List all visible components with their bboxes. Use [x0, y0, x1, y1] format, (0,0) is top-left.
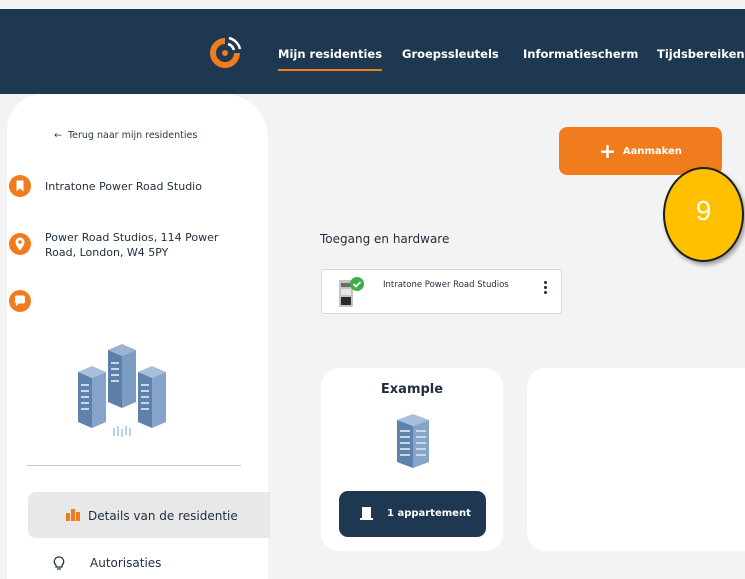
residence-name-row: Intratone Power Road Studio — [9, 175, 202, 197]
residence-comment-row — [9, 290, 31, 312]
building-card[interactable]: Example 1 appartement — [321, 368, 503, 551]
menu-item-residence-details[interactable]: Details van de residentie — [28, 492, 270, 538]
step-number-badge: 9 — [663, 167, 744, 262]
apartments-button[interactable]: 1 appartement — [339, 491, 486, 537]
menu-label-residence-details: Details van de residentie — [88, 509, 238, 523]
location-pin-icon — [9, 233, 31, 255]
device-card[interactable]: Intratone Power Road Studios — [321, 269, 562, 314]
more-options-icon[interactable] — [544, 281, 548, 296]
section-title-access-hardware: Toegang en hardware — [320, 232, 450, 246]
buildings-illustration — [78, 344, 166, 437]
bookmark-icon — [9, 175, 31, 197]
menu-label-authorizations: Autorisaties — [90, 556, 162, 570]
sidebar-divider — [27, 465, 241, 466]
intratone-logo[interactable] — [207, 35, 243, 71]
nav-groepssleutels[interactable]: Groepssleutels — [402, 47, 499, 61]
apartments-count: 1 appartement — [387, 508, 471, 519]
door-icon — [360, 507, 373, 520]
nav-informatiescherm[interactable]: Informatiescherm — [523, 47, 638, 61]
nav-mijn-residenties[interactable]: Mijn residenties — [278, 47, 383, 71]
plus-icon: + — [599, 139, 616, 163]
residence-address-row: Power Road Studios, 114 Power Road, Lond… — [9, 230, 245, 260]
lightbulb-icon — [53, 556, 65, 570]
residence-name: Intratone Power Road Studio — [45, 180, 202, 193]
create-button-label: Aanmaken — [622, 145, 682, 157]
arrow-left-icon: ← — [54, 130, 62, 141]
device-name: Intratone Power Road Studios — [383, 280, 509, 290]
building-name: Example — [380, 382, 444, 397]
step-number: 9 — [695, 195, 712, 226]
empty-card — [527, 368, 745, 551]
nav-tijdsbereiken[interactable]: Tijdsbereiken — [657, 47, 745, 61]
intercom-device-icon — [339, 277, 364, 307]
building-icon — [397, 414, 429, 468]
back-link-label: Terug naar mijn residenties — [67, 130, 198, 141]
chat-bubble-icon — [9, 290, 31, 312]
buildings-icon — [66, 509, 80, 521]
residence-address: Power Road Studios, 114 Power Road, Lond… — [45, 231, 219, 259]
top-navigation-bar: Mijn residenties Groepssleutels Informat… — [0, 9, 745, 94]
back-to-residences-link[interactable]: ← Terug naar mijn residenties — [54, 130, 197, 141]
